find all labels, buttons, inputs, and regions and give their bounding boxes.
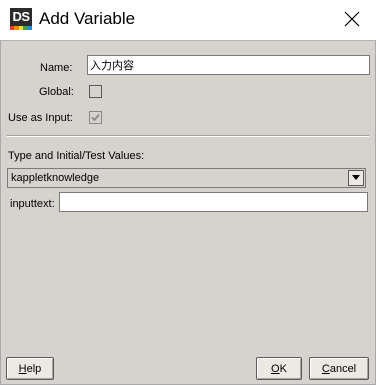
help-button-mnemonic: H xyxy=(18,362,27,375)
logo-stripe xyxy=(27,26,33,30)
global-checkbox[interactable] xyxy=(89,85,102,98)
section-divider xyxy=(7,135,369,137)
use-as-input-label: Use as Input: xyxy=(8,112,73,124)
use-as-input-checkbox[interactable] xyxy=(89,111,102,124)
global-label: Global: xyxy=(39,86,74,98)
title-bar: DS Add Variable xyxy=(0,0,376,40)
close-icon xyxy=(344,11,360,27)
checkmark-icon xyxy=(91,113,100,122)
app-logo-text: DS xyxy=(10,8,32,26)
inputtext-label: inputtext: xyxy=(10,198,55,210)
cancel-button[interactable]: Cancel xyxy=(309,357,369,380)
type-select-dropdown-button[interactable] xyxy=(348,170,364,186)
ok-button-label: K xyxy=(279,362,287,375)
close-button[interactable] xyxy=(336,4,368,34)
name-label: Name: xyxy=(40,62,73,74)
type-select-value: kappletknowledge xyxy=(11,172,100,184)
cancel-button-label: ancel xyxy=(329,362,357,375)
dialog-body: Name: Global: Use as Input: Type and Ini… xyxy=(0,40,376,385)
app-logo-stripes xyxy=(10,26,33,30)
ok-button-mnemonic: O xyxy=(271,362,280,375)
help-button-label: elp xyxy=(26,362,42,375)
help-button[interactable]: Help xyxy=(6,357,54,380)
type-section-label: Type and Initial/Test Values: xyxy=(8,150,145,162)
inputtext-field[interactable] xyxy=(59,192,368,212)
window-title: Add Variable xyxy=(39,9,136,28)
name-field[interactable] xyxy=(87,55,370,75)
type-select[interactable]: kappletknowledge xyxy=(7,168,366,188)
cancel-button-mnemonic: C xyxy=(321,362,330,375)
ok-button[interactable]: OK xyxy=(256,357,302,380)
chevron-down-icon xyxy=(352,175,360,180)
app-logo-icon: DS xyxy=(10,8,33,30)
